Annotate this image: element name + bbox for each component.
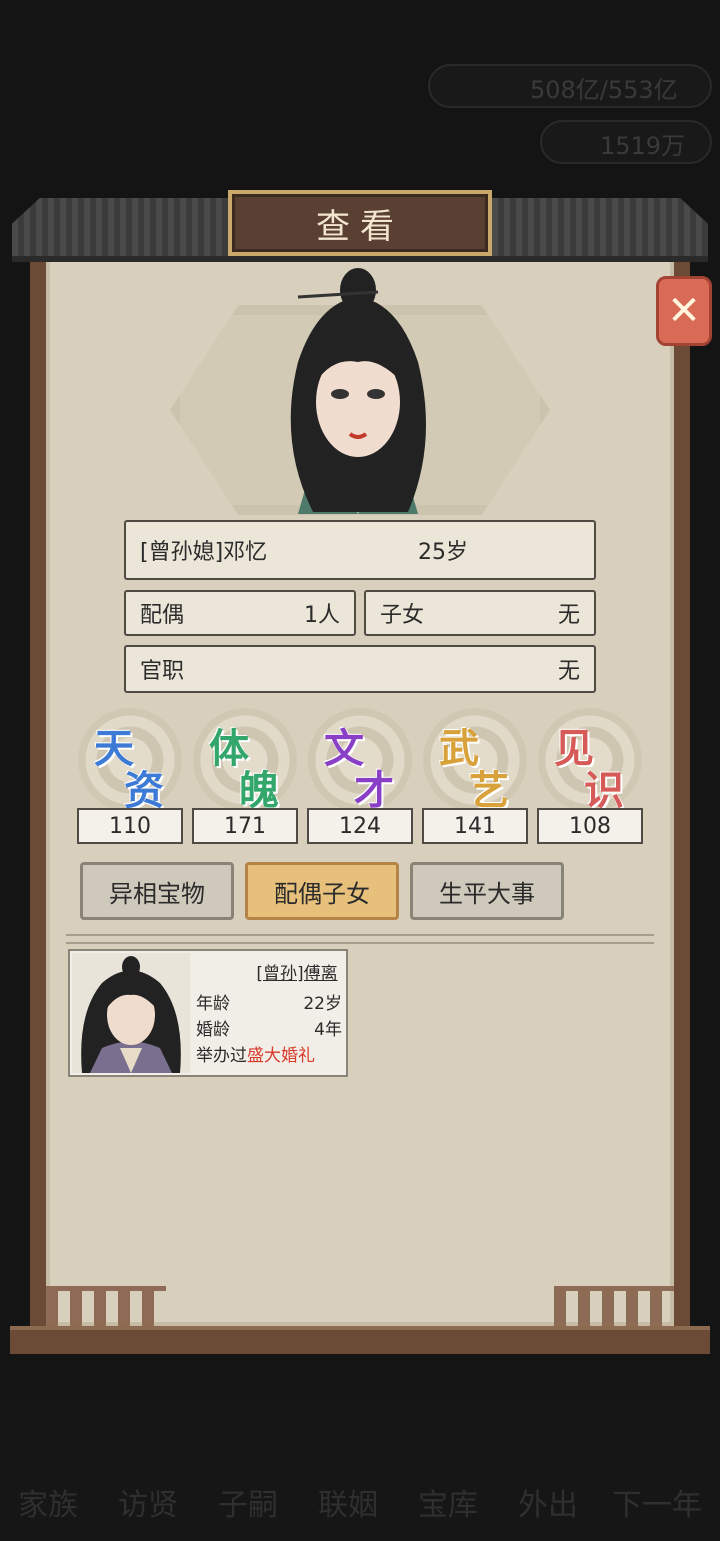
spouse-value: 1人 bbox=[304, 603, 340, 628]
office-row: 官职 无 bbox=[124, 645, 596, 693]
stat-value-insight: 108 bbox=[537, 808, 643, 844]
dialog-title: 查看 bbox=[228, 190, 492, 256]
marriage-years-value: 4年 bbox=[314, 1020, 342, 1040]
nav-item: 访贤 bbox=[118, 1488, 178, 1523]
currency-1-text: 508亿/553亿 bbox=[530, 76, 678, 104]
bottom-nav: 家族 访贤 子嗣 联姻 宝库 外出 下一年 bbox=[0, 1400, 720, 1541]
character-name: [曾孙媳]邓忆 bbox=[140, 540, 268, 565]
dialog-base bbox=[10, 1326, 710, 1354]
tab-spouse-children[interactable]: 配偶子女 bbox=[245, 862, 399, 920]
nav-item: 子嗣 bbox=[218, 1488, 278, 1523]
wedding-prefix: 举办过 bbox=[196, 1046, 247, 1066]
frame-pillar-right bbox=[674, 256, 690, 1336]
nav-item: 外出 bbox=[518, 1488, 578, 1523]
section-divider bbox=[66, 934, 654, 944]
character-name-row: [曾孙媳]邓忆 25岁 bbox=[124, 520, 596, 580]
spouse-age-label: 年龄 bbox=[196, 994, 230, 1014]
nav-item: 宝库 bbox=[418, 1488, 478, 1523]
office-value: 无 bbox=[557, 659, 580, 684]
fence-decoration-left bbox=[46, 1286, 166, 1326]
nav-item: 家族 bbox=[18, 1488, 78, 1523]
marriage-years-row: 婚龄 4年 bbox=[196, 1015, 342, 1040]
office-label: 官职 bbox=[140, 659, 185, 684]
nav-item: 联姻 bbox=[318, 1488, 378, 1523]
spouse-name: [曾孙]傅离 bbox=[256, 964, 338, 984]
character-age: 25岁 bbox=[418, 540, 468, 565]
stat-value-talent: 110 bbox=[77, 808, 183, 844]
stat-value-physique: 171 bbox=[192, 808, 298, 844]
wedding-type: 盛大婚礼 bbox=[247, 1046, 315, 1066]
marriage-years-label: 婚龄 bbox=[196, 1020, 230, 1040]
spouse-age-row: 年龄 22岁 bbox=[196, 989, 342, 1014]
tab-life-events[interactable]: 生平大事 bbox=[410, 862, 564, 920]
children-label: 子女 bbox=[380, 603, 425, 628]
frame-pillar-left bbox=[30, 256, 46, 1336]
stat-value-martial: 141 bbox=[422, 808, 528, 844]
currency-2-text: 1519万 bbox=[600, 132, 686, 160]
wedding-row: 举办过 盛大婚礼 bbox=[196, 1041, 342, 1066]
close-button[interactable]: ✕ bbox=[656, 276, 712, 346]
fence-decoration-right bbox=[554, 1286, 674, 1326]
children-count-row: 子女 无 bbox=[364, 590, 596, 636]
character-portrait bbox=[290, 268, 426, 514]
spouse-age-value: 22岁 bbox=[303, 994, 342, 1014]
spouse-count-row: 配偶 1人 bbox=[124, 590, 356, 636]
nav-item: 下一年 bbox=[612, 1488, 702, 1523]
tab-treasures[interactable]: 异相宝物 bbox=[80, 862, 234, 920]
stat-value-literature: 124 bbox=[307, 808, 413, 844]
children-value: 无 bbox=[557, 603, 580, 628]
spouse-portrait bbox=[72, 953, 190, 1073]
spouse-card[interactable]: [曾孙]傅离 年龄 22岁 婚龄 4年 举办过 盛大婚礼 bbox=[68, 949, 348, 1077]
spouse-label: 配偶 bbox=[140, 603, 185, 628]
close-x-icon: ✕ bbox=[667, 288, 701, 334]
